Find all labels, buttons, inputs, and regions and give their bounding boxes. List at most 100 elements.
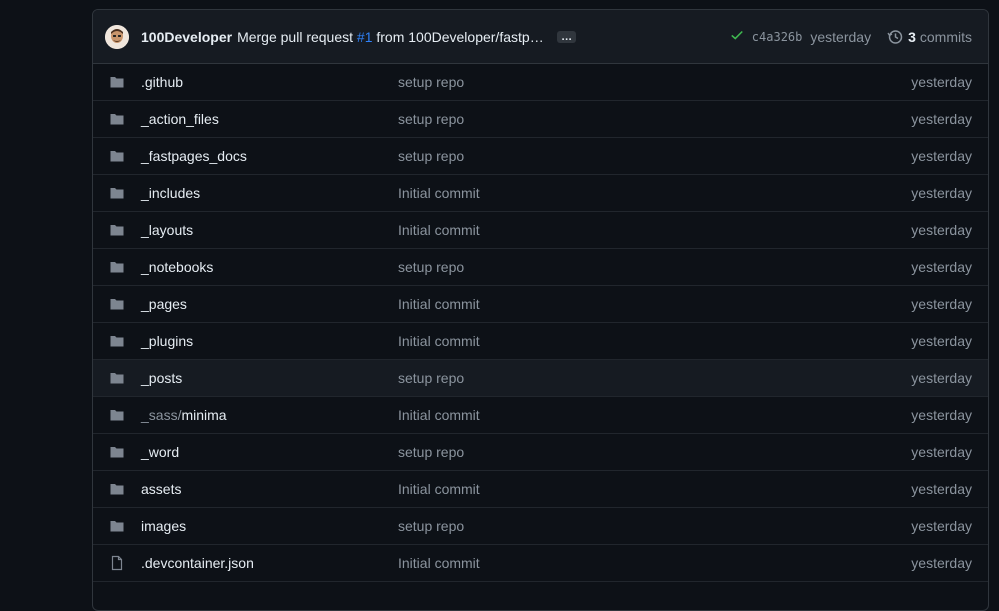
file-row[interactable]: _notebooks setup repo yesterday (93, 249, 988, 286)
file-commit-date: yesterday (911, 333, 972, 349)
file-name-link[interactable]: _pages (141, 296, 398, 312)
file-name[interactable]: _word (141, 444, 179, 460)
file-commit-message-link[interactable]: setup repo (398, 444, 698, 460)
file-row[interactable]: _plugins Initial commit yesterday (93, 323, 988, 360)
folder-icon (109, 148, 125, 164)
file-browser: 100Developer Merge pull request #1 from … (92, 9, 989, 611)
file-icon (109, 555, 125, 571)
file-row[interactable]: _sass/minima Initial commit yesterday (93, 397, 988, 434)
file-commit-date: yesterday (911, 518, 972, 534)
file-commit-date: yesterday (911, 407, 972, 423)
file-commit-message-link[interactable]: setup repo (398, 259, 698, 275)
file-name[interactable]: .devcontainer.json (141, 555, 254, 571)
file-name[interactable]: _posts (141, 370, 182, 386)
file-name-link[interactable]: _layouts (141, 222, 398, 238)
file-row[interactable]: images setup repo yesterday (93, 508, 988, 545)
file-commit-date: yesterday (911, 370, 972, 386)
file-name-link[interactable]: _fastpages_docs (141, 148, 398, 164)
latest-commit-bar: 100Developer Merge pull request #1 from … (93, 10, 988, 64)
file-name[interactable]: _plugins (141, 333, 193, 349)
file-name[interactable]: minima (181, 407, 226, 423)
file-commit-date: yesterday (911, 148, 972, 164)
file-name[interactable]: images (141, 518, 186, 534)
folder-icon (109, 185, 125, 201)
file-name[interactable]: _pages (141, 296, 187, 312)
file-row[interactable]: _layouts Initial commit yesterday (93, 212, 988, 249)
file-row[interactable]: assets Initial commit yesterday (93, 471, 988, 508)
commit-message-text[interactable]: Merge pull request (237, 29, 357, 45)
file-commit-message-link[interactable]: Initial commit (398, 555, 698, 571)
file-commit-message-link[interactable]: setup repo (398, 74, 698, 90)
file-name[interactable]: _includes (141, 185, 200, 201)
file-name-link[interactable]: _includes (141, 185, 398, 201)
commits-count: 3 (908, 28, 916, 45)
folder-icon (109, 518, 125, 534)
file-row[interactable]: .github setup repo yesterday (93, 64, 988, 101)
folder-icon (109, 444, 125, 460)
file-row[interactable]: _action_files setup repo yesterday (93, 101, 988, 138)
file-name-link[interactable]: assets (141, 481, 398, 497)
file-name-link[interactable]: _notebooks (141, 259, 398, 275)
file-commit-date: yesterday (911, 185, 972, 201)
file-name[interactable]: _action_files (141, 111, 219, 127)
file-commit-message-link[interactable]: setup repo (398, 518, 698, 534)
file-commit-date: yesterday (911, 74, 972, 90)
file-commit-date: yesterday (911, 444, 972, 460)
history-icon (887, 29, 903, 44)
file-row[interactable]: _pages Initial commit yesterday (93, 286, 988, 323)
file-commit-message-link[interactable]: Initial commit (398, 333, 698, 349)
file-row[interactable]: _word setup repo yesterday (93, 434, 988, 471)
commit-meta: c4a326b yesterday 3 commits (730, 28, 972, 45)
commit-message-rest[interactable]: from 100Developer/fastpages-automated-s… (372, 29, 547, 45)
expand-commit-message-button[interactable]: … (557, 30, 577, 43)
folder-icon (109, 296, 125, 312)
file-name-link[interactable]: images (141, 518, 398, 534)
file-name-link[interactable]: _word (141, 444, 398, 460)
file-name[interactable]: .github (141, 74, 183, 90)
author-avatar[interactable] (105, 24, 129, 49)
file-name-link[interactable]: .github (141, 74, 398, 90)
check-icon[interactable] (730, 28, 744, 45)
file-commit-message-link[interactable]: Initial commit (398, 407, 698, 423)
commits-history-link[interactable]: 3 commits (887, 29, 972, 45)
folder-icon (109, 407, 125, 423)
file-commit-message-link[interactable]: Initial commit (398, 481, 698, 497)
folder-icon (109, 481, 125, 497)
file-commit-date: yesterday (911, 296, 972, 312)
folder-icon (109, 259, 125, 275)
commit-sha-link[interactable]: c4a326b (752, 30, 803, 44)
folder-icon (109, 370, 125, 386)
file-row[interactable]: _fastpages_docs setup repo yesterday (93, 138, 988, 175)
path-prefix[interactable]: _sass/ (141, 407, 181, 423)
commit-author-link[interactable]: 100Developer (141, 29, 232, 45)
file-commit-message-link[interactable]: Initial commit (398, 185, 698, 201)
file-commit-date: yesterday (911, 555, 972, 571)
file-commit-date: yesterday (911, 259, 972, 275)
file-commit-message-link[interactable]: setup repo (398, 111, 698, 127)
file-name[interactable]: _notebooks (141, 259, 213, 275)
file-name-link[interactable]: _posts (141, 370, 398, 386)
file-commit-message-link[interactable]: Initial commit (398, 222, 698, 238)
file-row[interactable]: _posts setup repo yesterday (93, 360, 988, 397)
file-name-link[interactable]: .devcontainer.json (141, 555, 398, 571)
file-name-link[interactable]: _plugins (141, 333, 398, 349)
file-row[interactable]: .devcontainer.json Initial commit yesterda… (93, 545, 988, 582)
file-commit-date: yesterday (911, 481, 972, 497)
commits-label: commits (919, 28, 972, 45)
commit-message[interactable]: Merge pull request #1 from 100Developer/… (237, 29, 547, 45)
file-commit-message-link[interactable]: Initial commit (398, 296, 698, 312)
file-commit-date: yesterday (911, 222, 972, 238)
file-name-link[interactable]: _action_files (141, 111, 398, 127)
file-name[interactable]: assets (141, 481, 181, 497)
file-commit-date: yesterday (911, 111, 972, 127)
file-commit-message-link[interactable]: setup repo (398, 148, 698, 164)
pull-request-link[interactable]: #1 (357, 29, 373, 45)
file-name[interactable]: _layouts (141, 222, 193, 238)
file-commit-message-link[interactable]: setup repo (398, 370, 698, 386)
folder-icon (109, 74, 125, 90)
file-list: .github setup repo yesterday _action_files s… (93, 64, 988, 582)
file-row[interactable]: _includes Initial commit yesterday (93, 175, 988, 212)
folder-icon (109, 111, 125, 127)
file-name[interactable]: _fastpages_docs (141, 148, 247, 164)
file-name-link[interactable]: _sass/minima (141, 407, 398, 423)
